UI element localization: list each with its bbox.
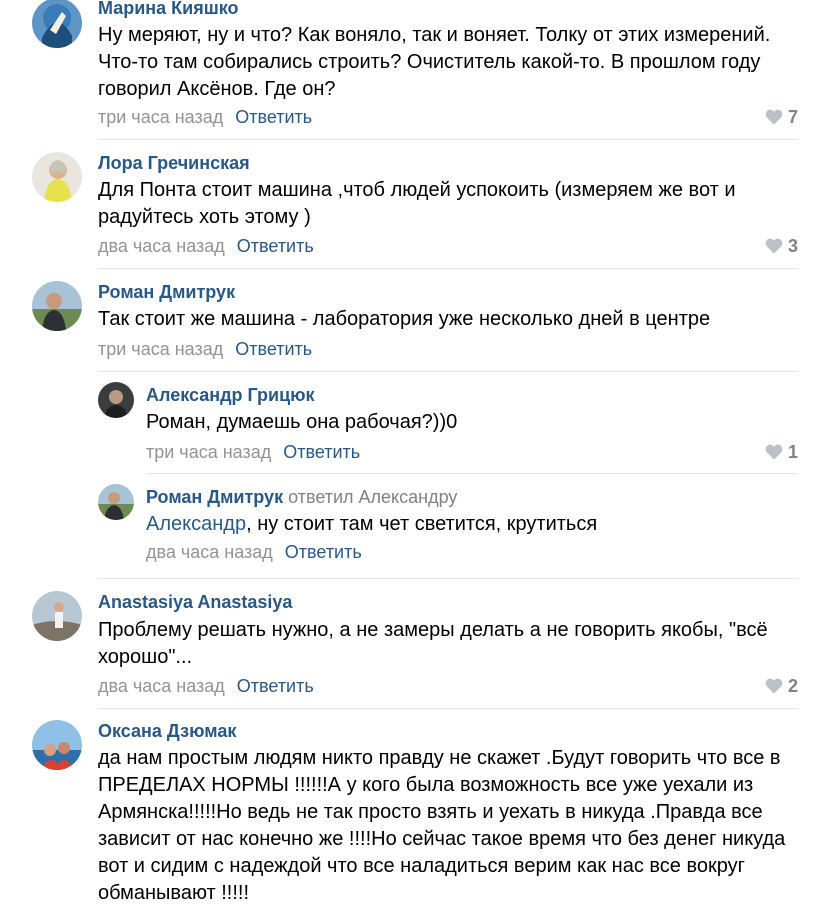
reply-button[interactable]: Ответить [235, 339, 312, 359]
comment-text-line: да нам простым людям никто правду не ска… [98, 747, 781, 769]
comment-text-line: вот и сидим с надеждой что все наладитьс… [98, 855, 745, 877]
comment-author[interactable]: Роман Дмитрук [98, 282, 235, 303]
reply-button[interactable]: Ответить [237, 236, 314, 256]
comment-meta: три часа назад Ответить [146, 442, 360, 463]
comment-separator [98, 578, 798, 579]
heart-icon [765, 678, 783, 694]
comment-text: Роман, думаешь она рабочая?))0 [146, 409, 457, 436]
comment-author[interactable]: Роман Дмитрук [146, 487, 283, 507]
comment-text: да нам простым людям никто правду не ска… [98, 745, 785, 907]
comment-text-rest: , ну стоит там чет светится, крутиться [246, 513, 598, 535]
comment-text-line: Что-то там собирались строить? Очистител… [98, 51, 761, 73]
like-button[interactable]: 2 [765, 675, 798, 697]
heart-icon [765, 109, 783, 125]
comment-text-line: Армянска!!!!!Но ведь не так просто взять… [98, 801, 763, 823]
comment-text-line: зависит от нас конечно же !!!!Но сейчас … [98, 828, 786, 850]
comment-separator [98, 139, 798, 140]
comment-text-line: говорил Аксёнов. Где он? [98, 78, 336, 100]
comment-separator [98, 371, 798, 372]
comment-author[interactable]: Anastasiya Anastasiya [98, 592, 292, 613]
reply-button[interactable]: Ответить [283, 442, 360, 462]
replied-to[interactable]: ответил Александру [288, 487, 457, 507]
comment-time: два часа назад [98, 676, 225, 696]
comment-separator [98, 708, 798, 709]
mention-link[interactable]: Александр [146, 513, 246, 535]
reply-button[interactable]: Ответить [235, 107, 312, 127]
comment-author[interactable]: Александр Грицюк [146, 385, 315, 406]
comment-author-line: Роман Дмитрук ответил Александру [146, 487, 457, 508]
heart-icon [765, 444, 783, 460]
comment-author[interactable]: Лора Гречинская [98, 153, 250, 174]
like-count: 3 [787, 235, 798, 256]
comment-text-line: хорошо"... [98, 646, 193, 668]
like-button[interactable]: 1 [765, 441, 798, 463]
comment-time: три часа назад [98, 339, 224, 359]
author-avatar[interactable] [32, 281, 82, 331]
like-count: 1 [787, 441, 798, 462]
like-button[interactable]: 3 [765, 235, 798, 257]
comment-text: Так стоит же машина - лаборатория уже не… [98, 306, 710, 333]
author-avatar[interactable] [32, 591, 82, 641]
comment-text-line: ПРЕДЕЛАХ НОРМЫ !!!!!!А у кого была возмо… [98, 774, 754, 796]
comment-author[interactable]: Оксана Дзюмак [98, 721, 236, 742]
comment-meta: два часа назад Ответить [98, 676, 314, 697]
comment-text: Для Понта стоит машина ,чтоб людей успок… [98, 177, 736, 231]
comment-time: три часа назад [98, 107, 224, 127]
like-button[interactable]: 7 [765, 106, 798, 128]
comment-meta: два часа назад Ответить [98, 236, 314, 257]
like-count: 7 [787, 106, 798, 127]
comment-meta: три часа назад Ответить [98, 107, 312, 128]
comment-author[interactable]: Марина Кияшко [98, 0, 239, 19]
heart-icon [765, 238, 783, 254]
comment-text-line: Проблему решать нужно, а не замеры делат… [98, 619, 768, 641]
comment-separator [146, 473, 798, 474]
author-avatar[interactable] [32, 152, 82, 202]
like-count: 2 [787, 675, 798, 696]
comment-time: три часа назад [146, 442, 272, 462]
comment-text-line: Так стоит же машина - лаборатория уже не… [98, 308, 711, 330]
comment-separator [98, 268, 798, 269]
author-avatar[interactable] [32, 720, 82, 770]
comment-time: два часа назад [146, 542, 273, 562]
author-avatar[interactable] [98, 484, 134, 520]
comment-text-line: Роман, думаешь она рабочая?))0 [146, 411, 458, 433]
author-avatar[interactable] [98, 382, 134, 418]
reply-button[interactable]: Ответить [237, 676, 314, 696]
comment-text-line: обманывают !!!!! [98, 882, 250, 904]
comment-text: Ну меряют, ну и что? Как воняло, так и в… [98, 22, 770, 103]
comment-text-line: радуйтесь хоть этому ) [98, 206, 311, 228]
comment-meta: два часа назад Ответить [146, 542, 362, 563]
comment-text: Александр, ну стоит там чет светится, кр… [146, 511, 597, 538]
reply-button[interactable]: Ответить [285, 542, 362, 562]
author-avatar[interactable] [32, 0, 82, 48]
comment-time: два часа назад [98, 236, 225, 256]
comment-text: Проблему решать нужно, а не замеры делат… [98, 617, 768, 671]
comment-meta: три часа назад Ответить [98, 339, 312, 360]
comment-text-line: Для Понта стоит машина ,чтоб людей успок… [98, 179, 736, 201]
comment-text-line: Ну меряют, ну и что? Как воняло, так и в… [98, 24, 771, 46]
